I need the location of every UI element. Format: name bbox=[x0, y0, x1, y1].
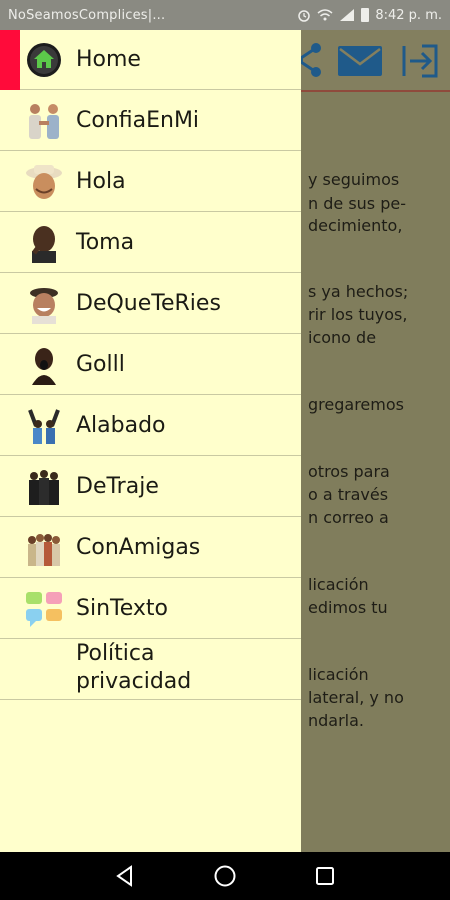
drawer-item-dequeteries[interactable]: DeQueTeRies bbox=[0, 274, 301, 334]
drawer-item-label: Alabado bbox=[76, 413, 166, 438]
drawer-item-hola[interactable]: Hola bbox=[0, 152, 301, 212]
drawer-item-detraje[interactable]: DeTraje bbox=[0, 457, 301, 517]
drawer-item-confiaenmi[interactable]: ConfiaEnMi bbox=[0, 91, 301, 151]
drawer-item-label: ConfiaEnMi bbox=[76, 108, 200, 133]
navigation-drawer: Home ConfiaEnMi Hola Toma DeQueTeRies Go… bbox=[0, 30, 301, 852]
exit-icon bbox=[402, 44, 438, 78]
home-circle-icon[interactable] bbox=[213, 864, 237, 888]
drawer-item-golll[interactable]: Golll bbox=[0, 335, 301, 395]
drawer-item-label: DeQueTeRies bbox=[76, 291, 221, 316]
battery-icon bbox=[361, 8, 370, 22]
status-time: 8:42 p. m. bbox=[375, 7, 442, 23]
mail-icon bbox=[338, 46, 382, 76]
speech-bubbles-icon bbox=[24, 589, 64, 629]
drawer-item-label: Hola bbox=[76, 169, 126, 194]
status-icons: 8:42 p. m. bbox=[297, 8, 450, 23]
drawer-item-label: Política privacidad bbox=[76, 640, 191, 696]
drawer-item-label: SinTexto bbox=[76, 596, 168, 621]
drawer-item-alabado[interactable]: Alabado bbox=[0, 396, 301, 456]
drawer-item-label: Home bbox=[76, 47, 141, 72]
drawer-item-sintexto[interactable]: SinTexto bbox=[0, 579, 301, 639]
men-in-suits-icon bbox=[24, 467, 64, 507]
privacy-label-line2: privacidad bbox=[76, 669, 192, 694]
alarm-icon bbox=[298, 10, 311, 22]
notification-app-title: NoSeamosComplices|... bbox=[8, 7, 166, 23]
man-face-icon bbox=[24, 223, 64, 263]
hands-up-icon bbox=[24, 406, 64, 446]
drawer-item-privacy-policy[interactable]: Política privacidad bbox=[0, 638, 301, 700]
system-navigation-bar bbox=[0, 852, 450, 900]
selected-indicator bbox=[0, 30, 20, 90]
handshake-icon bbox=[24, 101, 64, 141]
drawer-item-conamigas[interactable]: ConAmigas bbox=[0, 518, 301, 578]
back-icon[interactable] bbox=[113, 864, 137, 888]
wifi-icon bbox=[317, 9, 333, 21]
drawer-item-label: DeTraje bbox=[76, 474, 159, 499]
status-bar: NoSeamosComplices|... 8:42 p. m. bbox=[0, 0, 450, 30]
cowboy-face-icon bbox=[24, 162, 64, 202]
drawer-item-label: Toma bbox=[76, 230, 135, 255]
goal-man-icon bbox=[24, 345, 64, 385]
group-friends-icon bbox=[24, 528, 64, 568]
home-icon bbox=[24, 40, 64, 80]
drawer-item-label: Golll bbox=[76, 352, 125, 377]
privacy-label-line1: Política bbox=[76, 641, 155, 666]
drawer-item-home[interactable]: Home bbox=[0, 30, 301, 90]
drawer-item-toma[interactable]: Toma bbox=[0, 213, 301, 273]
recents-icon[interactable] bbox=[313, 864, 337, 888]
signal-icon bbox=[340, 9, 355, 21]
laughing-man-icon bbox=[24, 284, 64, 324]
drawer-item-label: ConAmigas bbox=[76, 535, 201, 560]
